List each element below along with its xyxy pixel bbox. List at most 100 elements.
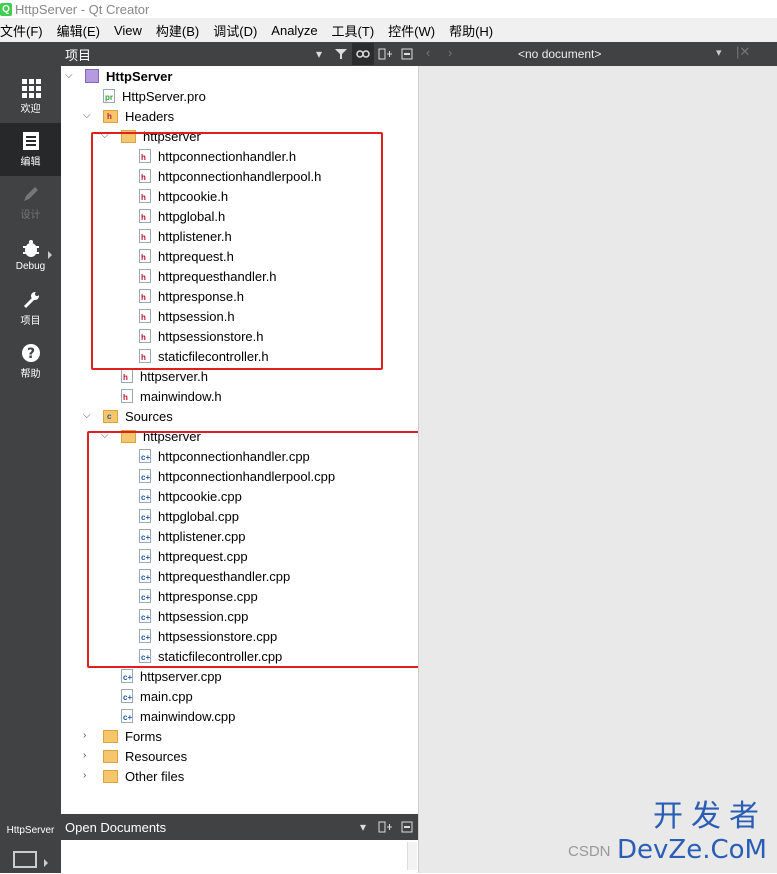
qt-creator-logo-icon: Q [0,2,12,16]
sync-link-icon[interactable] [352,43,374,65]
mode-debug[interactable]: Debug [0,229,61,282]
folder-name: Sources [125,408,173,424]
tree-file[interactable]: c+ main.cpp [121,686,193,706]
mode-design[interactable]: 设计 [0,176,61,229]
mode-label: 设计 [20,210,41,221]
project-icon [85,69,99,83]
split-icon[interactable] [374,816,396,838]
cpp-file-icon: c+ [121,709,133,723]
bug-icon [22,240,39,257]
tree-project-root[interactable]: HttpServer [85,66,172,86]
header-file-icon: h [121,389,133,403]
file-name: HttpServer.pro [122,88,206,104]
project-name: HttpServer [106,68,173,84]
folder-name: Headers [125,108,175,124]
other-files-folder-icon [103,769,118,783]
editor-area[interactable]: 开发者 DevZe.CoM [418,66,777,873]
kit-selector[interactable] [12,849,48,871]
editor-toolbar: ‹ › <no document> ▾ |✕ [418,42,777,66]
collapsed-arrow-icon[interactable]: › [83,750,86,761]
document-icon [22,132,39,150]
menu-view[interactable]: View [107,23,149,38]
mode-label: Debug [15,261,46,272]
expand-arrow-icon[interactable]: ⌵ [83,110,91,121]
mode-label: 帮助 [20,369,41,380]
grid-icon [21,79,41,98]
expand-arrow-icon[interactable]: ⌵ [83,410,91,421]
view-dropdown-icon[interactable]: ▾ [352,816,374,838]
cpp-file-icon: c+ [121,669,133,683]
file-name: httpserver.cpp [140,668,222,684]
scrollbar[interactable] [407,842,417,870]
view-dropdown-icon[interactable]: ▾ [308,43,330,65]
open-documents-toolbar: Open Documents ▾ [61,814,418,840]
mode-selector-sidebar: 欢迎 编辑 设计 Debug 项目 ? 帮助 HttpServer [0,42,61,873]
expand-arrow-icon [48,251,52,259]
close-panel-icon[interactable] [396,816,418,838]
tree-file[interactable]: c+ mainwindow.cpp [121,706,235,726]
expand-arrow-icon[interactable]: ⌵ [65,70,73,81]
document-selector[interactable]: <no document> [518,47,601,61]
mode-welcome[interactable]: 欢迎 [0,70,61,123]
header-file-icon: h [121,369,133,383]
file-name: httpserver.h [140,368,208,384]
menu-debug[interactable]: 调试(D) [206,21,264,40]
monitor-icon [13,851,48,868]
forward-arrow-icon[interactable]: › [448,45,452,60]
kit-selector-label[interactable]: HttpServer [0,825,61,836]
mode-edit[interactable]: 编辑 [0,123,61,176]
menu-edit[interactable]: 编辑(E) [50,21,107,40]
watermark-cn: 开发者 [653,799,767,834]
highlight-box-headers [91,132,383,370]
menu-tools[interactable]: 工具(T) [325,21,382,40]
file-name: main.cpp [140,688,193,704]
tree-folder-other-files[interactable]: Other files [103,766,184,786]
tree-folder-forms[interactable]: Forms [103,726,162,746]
panel-title: 项目 [65,47,92,63]
filter-icon[interactable] [330,43,352,65]
pro-file-icon: pr [103,89,115,103]
close-panel-icon[interactable] [396,43,418,65]
watermark: 开发者 DevZe.CoM [617,791,767,865]
mode-label: 项目 [20,316,41,327]
cpp-file-icon: c+ [121,689,133,703]
document-dropdown-icon[interactable]: ▾ [716,46,722,59]
menu-analyze[interactable]: Analyze [264,23,324,38]
mode-label: 编辑 [20,157,41,168]
tree-folder-headers[interactable]: h Headers [103,106,174,126]
forms-folder-icon [103,729,118,743]
menu-build[interactable]: 构建(B) [149,21,206,40]
tree-file[interactable]: pr HttpServer.pro [103,86,206,106]
file-name: mainwindow.h [140,388,222,404]
back-arrow-icon[interactable]: ‹ [426,45,430,60]
menu-bar: 文件(F) 编辑(E) View 构建(B) 调试(D) Analyze 工具(… [0,18,777,42]
menu-help[interactable]: 帮助(H) [442,21,500,40]
open-documents-list[interactable] [61,840,418,873]
folder-name: Resources [125,748,188,764]
menu-file[interactable]: 文件(F) [0,21,50,40]
folder-name: Forms [125,728,162,744]
tree-folder-sources[interactable]: c Sources [103,406,173,426]
mode-help[interactable]: ? 帮助 [0,335,61,388]
project-tree: ⌵ HttpServer pr HttpServer.pro ⌵ h Heade… [61,66,445,814]
headers-folder-icon: h [103,109,118,123]
svg-text:?: ? [26,346,34,362]
mode-label: 欢迎 [20,104,41,115]
title-bar: Q HttpServer - Qt Creator [0,0,777,18]
split-icon[interactable] [374,43,396,65]
watermark-en: DevZe.CoM [617,835,767,865]
wrench-icon [23,292,39,309]
collapsed-arrow-icon[interactable]: › [83,730,86,741]
watermark-csdn: CSDN [568,843,611,860]
tree-file[interactable]: h mainwindow.h [121,386,222,406]
pencil-icon [23,187,38,201]
tree-file[interactable]: c+ httpserver.cpp [121,666,222,686]
mode-projects[interactable]: 项目 [0,282,61,335]
resources-folder-icon [103,749,118,763]
close-document-icon[interactable]: |✕ [736,44,750,60]
collapsed-arrow-icon[interactable]: › [83,770,86,781]
menu-widgets[interactable]: 控件(W) [381,21,442,40]
project-panel-toolbar: 项目 ▾ [61,42,418,66]
highlight-box-sources [87,431,445,668]
tree-folder-resources[interactable]: Resources [103,746,187,766]
